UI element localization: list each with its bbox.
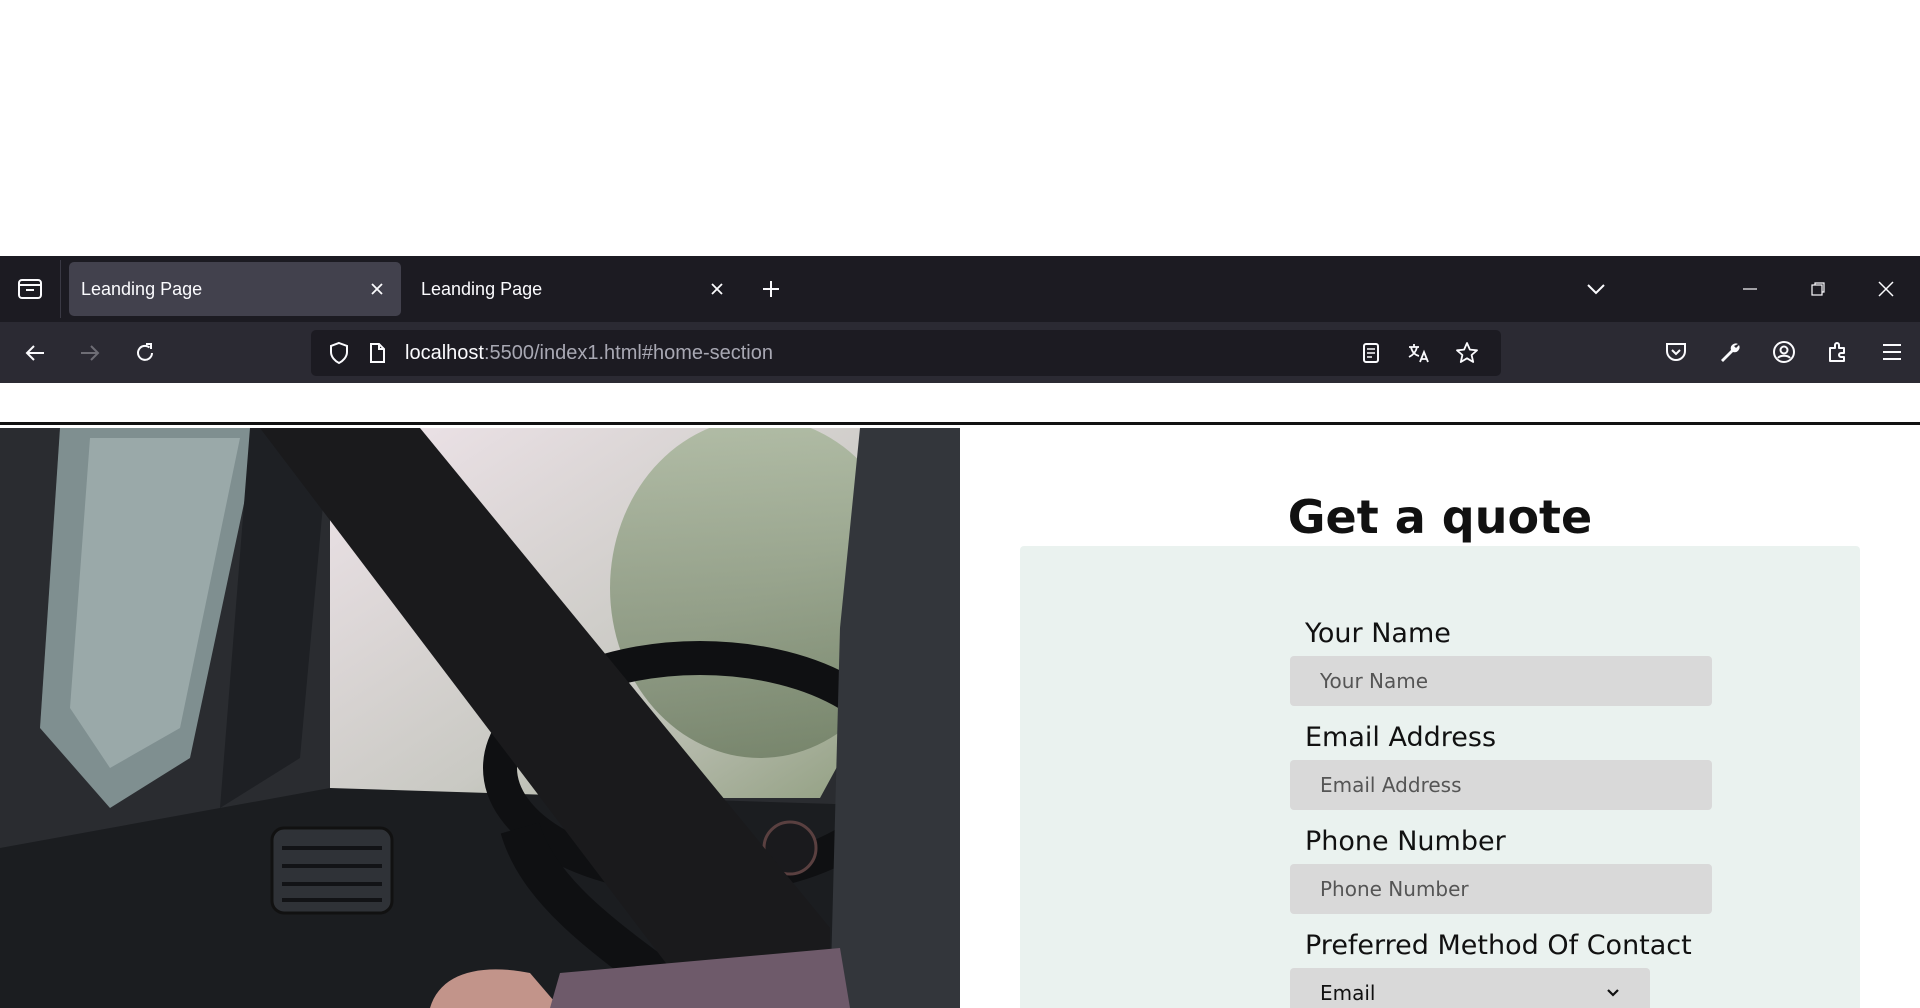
puzzle-icon: [1829, 342, 1845, 362]
name-input[interactable]: Your Name: [1290, 656, 1712, 706]
forward-button[interactable]: [70, 333, 110, 373]
close-icon: [371, 283, 383, 295]
chevron-down-icon: [1607, 989, 1619, 997]
browser-tabbar: Leanding Page Leanding Page: [0, 256, 1920, 322]
close-window-button[interactable]: [1852, 256, 1920, 322]
developer-tools-button[interactable]: [1710, 332, 1750, 372]
quote-title: Get a quote: [1287, 490, 1593, 544]
star-icon: [1456, 342, 1478, 363]
reader-view-button[interactable]: [1355, 337, 1387, 369]
phone-input[interactable]: Phone Number: [1290, 864, 1712, 914]
shield-icon: [330, 341, 348, 365]
page-header-strip: [0, 383, 1920, 425]
tab-title: Leanding Page: [421, 278, 543, 299]
reload-button[interactable]: [125, 333, 165, 373]
menu-button[interactable]: [1872, 332, 1912, 372]
email-input[interactable]: Email Address: [1290, 760, 1712, 810]
account-icon: [1773, 341, 1795, 363]
url-text[interactable]: localhost:5500/index1.html#home-section: [405, 342, 1355, 365]
new-tab-button[interactable]: [751, 269, 791, 309]
tab-title: Leanding Page: [81, 278, 203, 299]
page-icon: [370, 343, 385, 363]
extensions-button[interactable]: [1818, 332, 1858, 372]
list-all-tabs-button[interactable]: [1576, 269, 1616, 309]
arrow-left-icon: [25, 344, 44, 361]
bookmark-button[interactable]: [1451, 337, 1483, 369]
quote-section: Get a quote Your Name Your Name Email Ad…: [960, 428, 1920, 1008]
close-tab-button[interactable]: [365, 277, 389, 301]
firefox-view-button[interactable]: [0, 256, 60, 322]
restore-window-button[interactable]: [1784, 256, 1852, 322]
browser-navbar: localhost:5500/index1.html#home-section: [0, 322, 1920, 383]
email-placeholder: Email Address: [1320, 773, 1462, 797]
contact-method-select[interactable]: Email: [1290, 968, 1650, 1008]
page-viewport: Get a quote Your Name Your Name Email Ad…: [0, 383, 1920, 1008]
minimize-icon: [1743, 288, 1757, 290]
phone-label: Phone Number: [1305, 826, 1506, 857]
page-info-button[interactable]: [361, 337, 393, 369]
name-placeholder: Your Name: [1320, 669, 1429, 693]
plus-icon: [763, 281, 779, 297]
restore-icon: [1811, 282, 1825, 296]
translate-icon: [1408, 344, 1429, 363]
url-bar[interactable]: localhost:5500/index1.html#home-section: [311, 330, 1501, 376]
name-label: Your Name: [1305, 618, 1451, 649]
minimize-window-button[interactable]: [1716, 256, 1784, 322]
reload-icon: [137, 342, 153, 361]
arrow-right-icon: [81, 344, 100, 361]
tab-separator: [60, 260, 61, 318]
tab-2[interactable]: Leanding Page: [409, 262, 741, 316]
contact-method-value: Email: [1320, 981, 1376, 1005]
quote-form: Your Name Your Name Email Address Email …: [1020, 546, 1860, 1008]
pocket-button[interactable]: [1656, 332, 1696, 372]
back-button[interactable]: [15, 333, 55, 373]
tab-1[interactable]: Leanding Page: [69, 262, 401, 316]
contact-method-label: Preferred Method Of Contact: [1305, 930, 1692, 961]
hamburger-menu-icon: [1883, 344, 1901, 360]
account-button[interactable]: [1764, 332, 1804, 372]
tracking-protection-button[interactable]: [323, 337, 355, 369]
desktop-blank-area: [0, 0, 1920, 256]
translate-button[interactable]: [1403, 337, 1435, 369]
close-icon: [1878, 281, 1894, 297]
close-tab-button[interactable]: [705, 277, 729, 301]
phone-placeholder: Phone Number: [1320, 877, 1469, 901]
chevron-down-icon: [1587, 284, 1605, 295]
firefox-view-icon: [18, 279, 42, 299]
pocket-icon: [1666, 343, 1686, 362]
close-icon: [711, 283, 723, 295]
email-label: Email Address: [1305, 722, 1497, 753]
reader-view-icon: [1363, 343, 1379, 363]
url-path: :5500/index1.html#home-section: [483, 341, 773, 364]
car-interior-illustration: [0, 428, 960, 1008]
url-host: localhost: [405, 341, 484, 364]
hero-image-car-interior: [0, 428, 960, 1008]
wrench-icon: [1721, 343, 1740, 362]
